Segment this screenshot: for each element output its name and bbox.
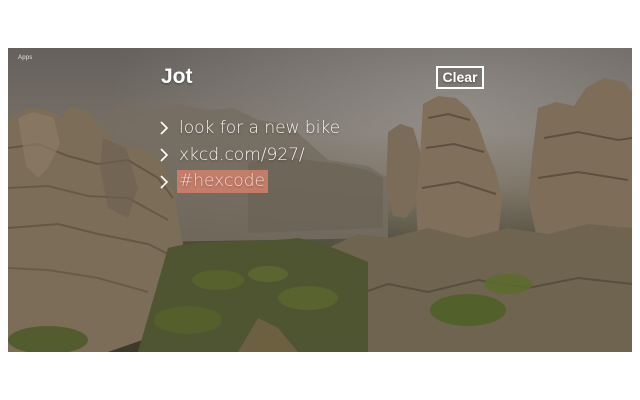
note-text[interactable]: look for a new bike: [179, 118, 340, 138]
note-item-highlighted[interactable]: #hexcode: [157, 168, 387, 195]
app-title: Jot: [161, 65, 193, 88]
note-item[interactable]: xkcd.com/927/: [157, 141, 387, 168]
chevron-right-icon: [157, 173, 171, 191]
chevron-right-icon: [157, 119, 171, 137]
note-text-highlighted[interactable]: #hexcode: [177, 170, 268, 193]
clear-button[interactable]: Clear: [436, 66, 484, 89]
app-frame: Apps Jot Clear look for a new bike xkcd.…: [4, 44, 636, 356]
note-item[interactable]: look for a new bike: [157, 114, 387, 141]
page: Apps Jot Clear look for a new bike xkcd.…: [0, 0, 640, 400]
canyon-landscape-image: [8, 78, 632, 352]
chevron-right-icon: [157, 146, 171, 164]
apps-link[interactable]: Apps: [18, 55, 32, 61]
note-text[interactable]: xkcd.com/927/: [179, 145, 305, 165]
background-photo: Apps: [8, 48, 632, 352]
notes-list: look for a new bike xkcd.com/927/ #hexco…: [157, 114, 387, 195]
